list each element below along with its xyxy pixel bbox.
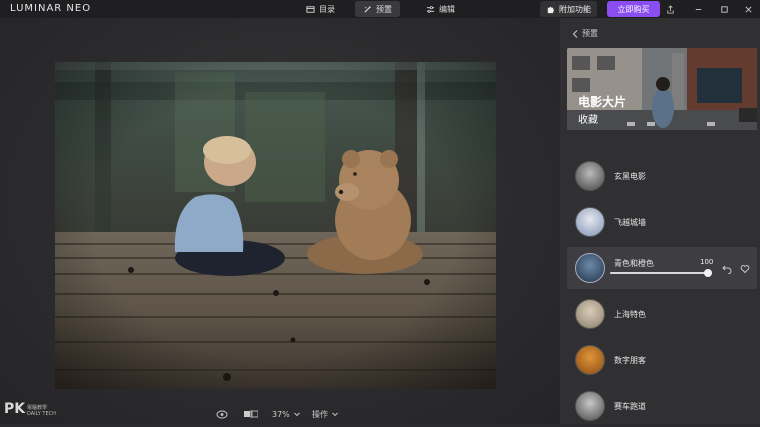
watermark-subtext: 電腦教學 DAILY TECH	[27, 405, 56, 417]
presets-icon	[364, 5, 371, 13]
buy-now-button[interactable]: 立即购买	[607, 1, 660, 17]
preset-item[interactable]: 飞越城墙	[567, 201, 757, 243]
preset-label: 飞越城墙	[614, 217, 646, 227]
maximize-button[interactable]	[718, 3, 730, 15]
preset-label: 数字朋客	[614, 355, 646, 365]
chevron-down-icon	[293, 412, 300, 416]
share-icon	[666, 4, 674, 14]
preset-thumbnail	[575, 345, 605, 375]
addons-label: 附加功能	[559, 4, 591, 14]
preset-label: 上海特色	[614, 309, 646, 319]
back-to-presets[interactable]: 预置	[572, 28, 598, 39]
app-logo: LUMINAR NEO	[10, 3, 92, 14]
actions-dropdown[interactable]: 操作	[312, 408, 338, 420]
preset-thumbnail	[575, 299, 605, 329]
tab-presets-label: 预置	[376, 4, 392, 14]
tab-edit[interactable]: 编辑	[418, 1, 463, 17]
preset-amount-value: 100	[700, 258, 714, 266]
preset-label: 赛车跑道	[614, 401, 646, 411]
puzzle-icon	[547, 6, 555, 13]
undo-icon[interactable]	[722, 264, 732, 274]
preset-item[interactable]: 数字朋客	[567, 339, 757, 381]
slider-handle[interactable]	[704, 269, 712, 277]
edit-icon	[426, 5, 435, 13]
tab-catalog-label: 目录	[319, 4, 335, 14]
preset-item-selected[interactable]: 青色和橙色 100	[567, 247, 757, 289]
catalog-icon	[306, 5, 315, 13]
actions-label: 操作	[312, 409, 328, 419]
preset-thumbnail	[575, 391, 605, 421]
preset-item[interactable]: 赛车跑道	[567, 385, 757, 427]
slider-fill	[610, 272, 708, 274]
zoom-value: 37%	[272, 409, 290, 419]
preset-amount-slider[interactable]	[610, 269, 712, 277]
preset-label: 玄黑电影	[614, 171, 646, 181]
preset-label: 青色和橙色	[614, 258, 654, 268]
eye-icon[interactable]	[216, 410, 228, 419]
preset-thumbnail	[575, 253, 605, 283]
zoom-dropdown[interactable]: 37%	[272, 408, 300, 420]
tab-edit-label: 编辑	[439, 4, 455, 14]
heart-icon[interactable]	[740, 264, 750, 274]
preset-thumbnail	[575, 207, 605, 237]
preset-item[interactable]: 玄黑电影	[567, 155, 757, 197]
share-button[interactable]	[664, 3, 676, 15]
watermark-logo: PK	[4, 401, 26, 417]
collection-title: 电影大片	[578, 95, 627, 109]
chevron-down-icon	[332, 412, 338, 416]
minimize-button[interactable]	[692, 3, 704, 15]
minimize-icon	[695, 8, 701, 10]
preset-thumbnail	[575, 161, 605, 191]
photo-illustration	[55, 62, 496, 389]
collection-header-image: 电影大片 收藏	[567, 48, 757, 130]
collection-subtitle: 收藏	[578, 115, 598, 126]
preset-item[interactable]: 上海特色	[567, 293, 757, 335]
tab-presets[interactable]: 预置	[355, 1, 400, 17]
close-icon	[744, 5, 752, 13]
back-label: 预置	[582, 29, 598, 38]
compare-icon	[244, 410, 258, 418]
maximize-icon	[720, 5, 728, 13]
tab-catalog[interactable]: 目录	[298, 1, 343, 17]
close-button[interactable]	[742, 3, 754, 15]
compare-toggle[interactable]	[244, 408, 258, 420]
canvas-toolbar	[216, 408, 228, 420]
title-bar: LUMINAR NEO 目录 预置 编辑 附加功能 立即购买	[0, 0, 760, 18]
main-photo[interactable]	[55, 62, 496, 389]
chevron-left-icon	[572, 29, 578, 38]
addons-button[interactable]: 附加功能	[540, 1, 597, 17]
image-canvas[interactable]	[0, 18, 560, 424]
presets-panel: 预置 电影大片 收藏 玄黑电影 飞越城墙 青色和橙色 100 上海特色 数字朋客…	[560, 18, 760, 424]
